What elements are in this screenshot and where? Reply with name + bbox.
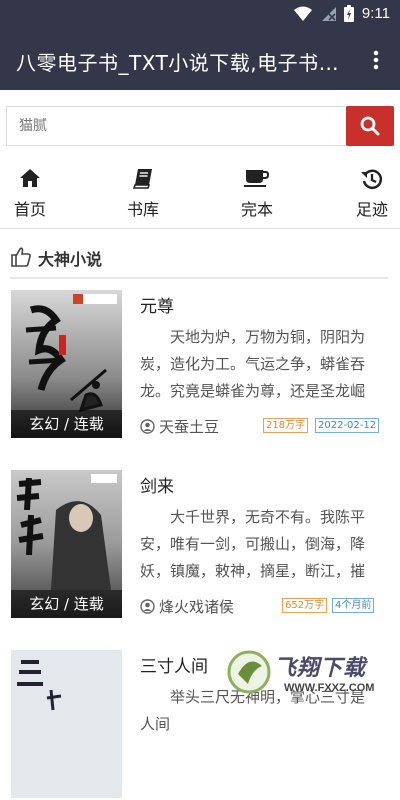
- nav-item-finished[interactable]: 完本: [227, 168, 287, 224]
- thumbs-up-icon: [11, 247, 31, 267]
- watermark-logo-icon: [227, 650, 271, 694]
- book-author: 天蚕土豆: [140, 416, 219, 437]
- overflow-menu-button[interactable]: [364, 46, 388, 74]
- user-icon: [140, 599, 155, 614]
- more-vert-icon: [373, 50, 379, 70]
- word-count-badge: 652万字: [282, 598, 328, 613]
- word-count-badge: 218万字: [263, 418, 309, 433]
- cover-genre-tag: 玄幻 / 连载: [11, 410, 122, 438]
- history-icon: [361, 169, 383, 190]
- search-bar: [6, 106, 394, 146]
- watermark-url: WWW.FXXZ.COM: [284, 682, 375, 694]
- cup-icon: [244, 170, 270, 187]
- nav-label-home: 首页: [13, 200, 46, 219]
- book-item-jianlai[interactable]: 玄幻 / 连载 剑来 大千世界，无奇不有。我陈平安，唯有一剑，可搬山，倒海，降妖…: [0, 470, 400, 620]
- watermark-text: 飞翔下载: [274, 656, 367, 681]
- cover-genre-tag: 玄幻 / 连载: [11, 590, 122, 618]
- book-cover[interactable]: 玄幻 / 连载: [11, 470, 122, 618]
- book-icon: [132, 169, 152, 189]
- section-title: 大神小说: [38, 250, 103, 269]
- page-title: 八零电子书_TXT小说下载,电子书下载: [16, 51, 346, 75]
- book-item-yuanzun[interactable]: 玄幻 / 连载 元尊 天地为炉，万物为铜，阴阳为炭，造化为工。气运之争，蟒雀吞龙…: [0, 290, 400, 440]
- author-name: 烽火戏诸侯: [159, 598, 235, 616]
- status-time: 9:11: [361, 5, 390, 22]
- book-title[interactable]: 三寸人间: [140, 652, 208, 677]
- home-icon: [20, 169, 40, 187]
- status-icons: 9:11: [293, 5, 390, 22]
- nav-label-finished: 完本: [240, 200, 273, 219]
- section-header: 大神小说: [10, 241, 388, 279]
- nav-label-history: 足迹: [355, 200, 388, 219]
- book-cover[interactable]: [11, 650, 122, 798]
- nav-item-library[interactable]: 书库: [113, 168, 173, 224]
- author-name: 天蚕土豆: [159, 418, 220, 436]
- wifi-icon: [293, 6, 312, 21]
- nav-item-history[interactable]: 足迹: [342, 168, 400, 224]
- book-title[interactable]: 剑来: [140, 472, 174, 497]
- search-button[interactable]: [346, 106, 394, 146]
- status-bar: 9:11: [0, 0, 400, 30]
- book-meta: 天蚕土豆 218万字 2022-02-12: [140, 416, 380, 436]
- battery-icon: [343, 5, 354, 22]
- update-date-badge: 4个月前: [332, 598, 375, 613]
- no-signal-icon: [321, 6, 336, 21]
- book-description: 大千世界，无奇不有。我陈平安，唯有一剑，可搬山，倒海，降妖，镇魔，敕神，摘星，断…: [140, 508, 366, 580]
- main-nav: 首页 书库 完本 足迹: [0, 160, 400, 229]
- watermark: 飞翔下载 WWW.FXXZ.COM: [226, 648, 388, 702]
- book-author: 烽火戏诸侯: [140, 596, 234, 617]
- cover-art-image: [11, 650, 122, 798]
- app-bar: 八零电子书_TXT小说下载,电子书下载: [0, 30, 400, 90]
- search-input[interactable]: [6, 106, 359, 146]
- book-description: 天地为炉，万物为铜，阴阳为炭，造化为工。气运之争，蟒雀吞龙。究竟是蟒雀为尊，还是…: [140, 328, 366, 400]
- search-icon: [360, 116, 380, 136]
- user-icon: [140, 419, 155, 434]
- nav-label-library: 书库: [126, 200, 159, 219]
- book-title[interactable]: 元尊: [140, 292, 174, 317]
- book-cover[interactable]: 玄幻 / 连载: [11, 290, 122, 438]
- update-date-badge: 2022-02-12: [315, 418, 380, 433]
- nav-item-home[interactable]: 首页: [0, 168, 60, 224]
- book-meta: 烽火戏诸侯 652万字 4个月前: [140, 596, 380, 616]
